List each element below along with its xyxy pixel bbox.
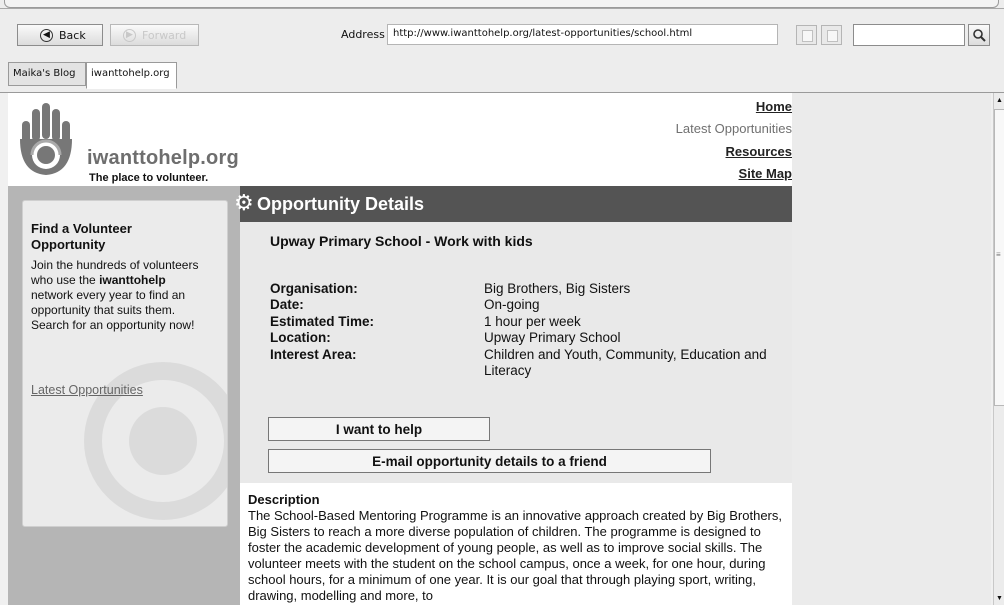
nav-link-resources[interactable]: Resources xyxy=(726,144,792,159)
field-label-organisation: Organisation: xyxy=(270,281,358,296)
address-input[interactable]: http://www.iwanttohelp.org/latest-opport… xyxy=(387,24,778,45)
field-label-interest-area: Interest Area: xyxy=(270,347,357,362)
back-arrow-icon: ◀ xyxy=(40,28,53,42)
copy-icon[interactable] xyxy=(821,25,842,45)
details-header-title: Opportunity Details xyxy=(257,194,425,214)
field-label-estimated-time: Estimated Time: xyxy=(270,314,375,329)
field-value-location: Upway Primary School xyxy=(484,330,621,345)
back-label: Back xyxy=(59,28,86,42)
tab-maikas-blog[interactable]: Maika's Blog xyxy=(8,62,86,86)
site-logo[interactable] xyxy=(16,99,80,182)
field-value-date: On-going xyxy=(484,297,540,312)
description-heading: Description xyxy=(248,492,320,507)
address-label: Address xyxy=(341,28,385,41)
sidebar-body-rest: network every year to find an opportunit… xyxy=(31,288,195,332)
sidebar-title: Find a Volunteer Opportunity xyxy=(31,221,132,252)
browser-top-frame xyxy=(0,0,1004,9)
search-input[interactable] xyxy=(853,24,965,46)
search-icon xyxy=(973,29,986,42)
scroll-up-arrow-icon[interactable]: ▲ xyxy=(994,93,1004,107)
vertical-scrollbar[interactable]: ▲ ▼ xyxy=(993,93,1004,605)
logo-text: iwanttohelp.org xyxy=(87,147,239,169)
details-header: ⚙ Opportunity Details xyxy=(234,186,792,222)
nav-link-latest-opportunities[interactable]: Latest Opportunities xyxy=(676,121,792,136)
want-to-help-button[interactable]: I want to help xyxy=(268,417,490,441)
search-button[interactable] xyxy=(968,24,990,46)
sidebar-body: Join the hundreds of volunteers who use … xyxy=(31,258,201,333)
field-value-interest-area: Children and Youth, Community, Education… xyxy=(484,347,767,378)
forward-arrow-icon: ▶ xyxy=(123,28,136,42)
back-button[interactable]: ◀ Back xyxy=(17,24,103,46)
forward-label: Forward xyxy=(142,28,187,42)
scroll-down-arrow-icon[interactable]: ▼ xyxy=(994,591,1004,605)
sidebar-body-brand: iwanttohelp xyxy=(99,273,166,287)
gear-icon: ⚙ xyxy=(234,190,254,215)
opportunity-details-panel: ⚙ Opportunity Details Upway Primary Scho… xyxy=(234,186,792,483)
email-friend-button[interactable]: E-mail opportunity details to a friend xyxy=(268,449,711,473)
field-value-estimated-time: 1 hour per week xyxy=(484,314,581,329)
hand-logo-icon xyxy=(20,103,72,175)
sidebar-link-latest-opportunities[interactable]: Latest Opportunities xyxy=(31,383,143,397)
forward-button[interactable]: ▶ Forward xyxy=(110,24,199,46)
nav-link-site-map[interactable]: Site Map xyxy=(739,166,792,181)
field-label-date: Date: xyxy=(270,297,304,312)
decorative-hand-icon xyxy=(84,362,227,520)
description-body: The School-Based Mentoring Programme is … xyxy=(248,508,783,603)
logo-tagline: The place to volunteer. xyxy=(89,172,209,184)
field-value-organisation: Big Brothers, Big Sisters xyxy=(484,281,631,296)
find-volunteer-box: Find a Volunteer Opportunity Join the hu… xyxy=(22,200,228,527)
page-icon[interactable] xyxy=(796,25,817,45)
tab-iwanttohelp[interactable]: iwanttohelp.org xyxy=(86,62,177,89)
nav-link-home[interactable]: Home xyxy=(756,99,792,114)
browser-chrome: ◀ Back ▶ Forward Address http://www.iwan… xyxy=(0,0,1004,93)
main-content: ⚙ Opportunity Details Upway Primary Scho… xyxy=(234,186,792,605)
web-page: iwanttohelp.org The place to volunteer. … xyxy=(8,93,792,605)
left-sidebar: Find a Volunteer Opportunity Join the hu… xyxy=(8,186,240,605)
page-viewport: iwanttohelp.org The place to volunteer. … xyxy=(8,93,991,605)
field-label-location: Location: xyxy=(270,330,331,345)
scroll-thumb[interactable] xyxy=(994,109,1004,406)
opportunity-title: Upway Primary School - Work with kids xyxy=(270,233,533,249)
